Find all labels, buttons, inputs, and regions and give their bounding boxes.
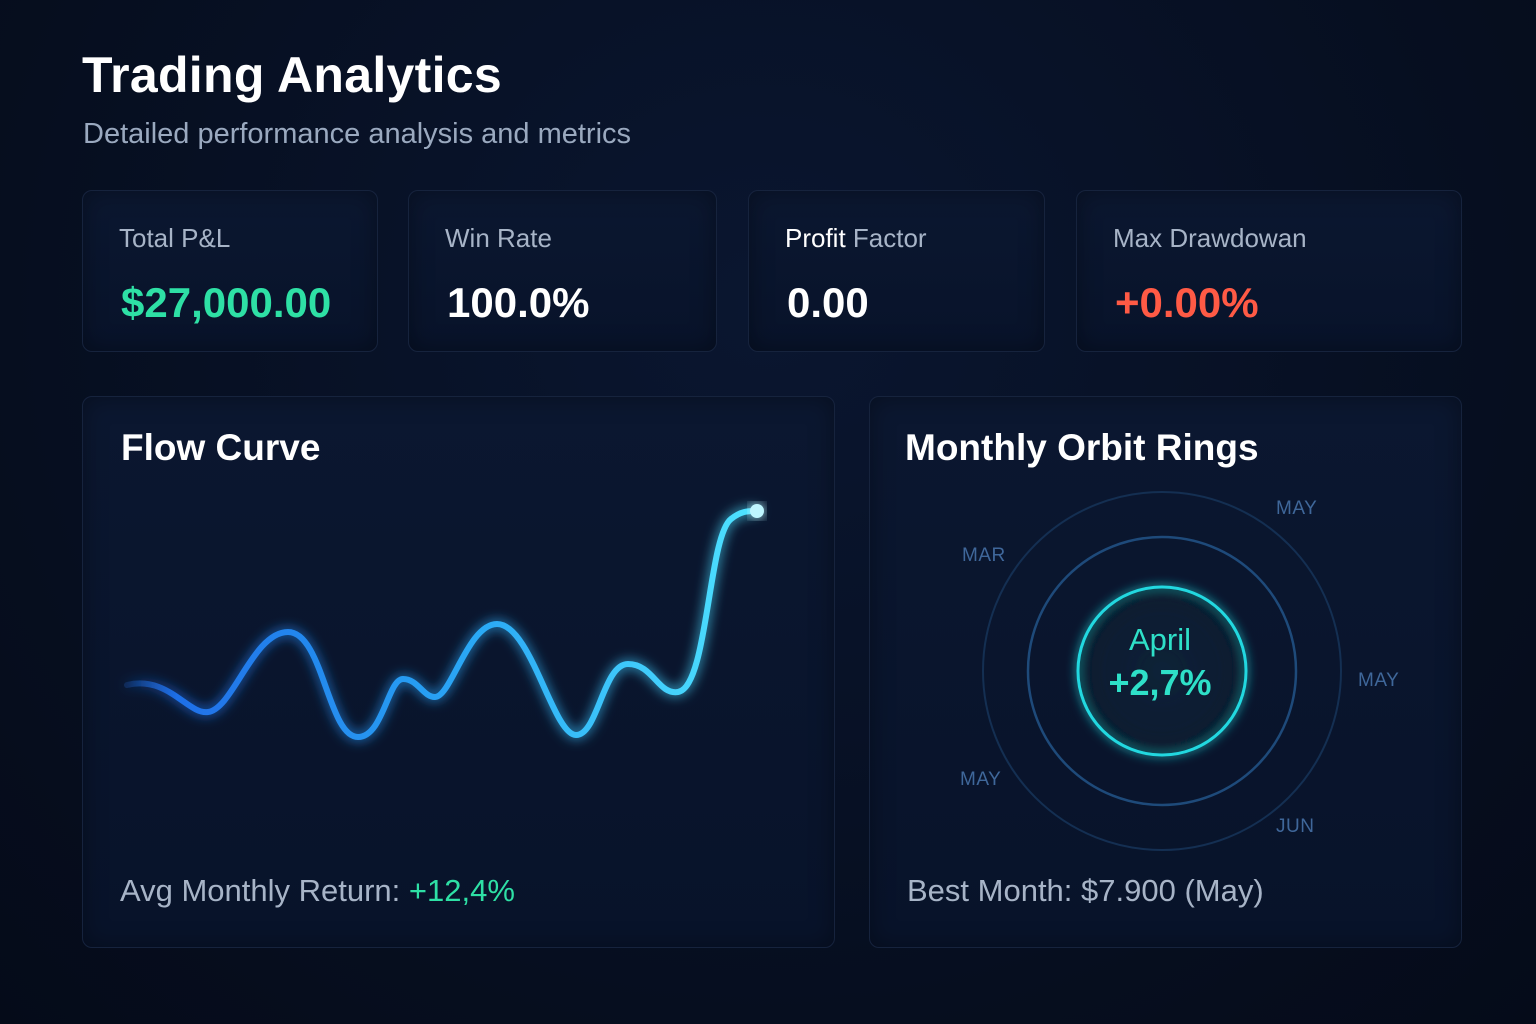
- stat-card-max-drawdown[interactable]: Max Drawdowan +0.00%: [1076, 190, 1462, 352]
- best-month: Best Month: $7.900 (May): [907, 873, 1264, 908]
- stat-label: Win Rate: [445, 223, 552, 253]
- stat-value: 0.00: [787, 279, 869, 326]
- month-label: MAY: [1276, 498, 1318, 519]
- flow-curve-title: Flow Curve: [121, 427, 321, 468]
- stat-label: Total P&L: [119, 223, 231, 253]
- stat-card-total-pnl[interactable]: Total P&L $27,000.00: [82, 190, 378, 352]
- month-label: MAY: [1358, 670, 1400, 691]
- page-title: Trading Analytics: [82, 47, 503, 103]
- center-month: April: [1128, 622, 1191, 657]
- flow-curve-chart: [124, 504, 764, 741]
- avg-monthly-return-value: +12,4%: [408, 873, 515, 908]
- stat-value: $27,000.00: [121, 279, 332, 326]
- flow-curve-line: [124, 508, 759, 741]
- orbit-center-readout: April +2,7%: [1080, 622, 1240, 704]
- orbit-title: Monthly Orbit Rings: [905, 427, 1259, 468]
- stat-label: Profit Factor: [785, 223, 927, 254]
- month-label: MAY: [960, 769, 1002, 790]
- stat-value: +0.00%: [1115, 279, 1259, 326]
- stat-card-win-rate[interactable]: Win Rate 100.0%: [408, 190, 717, 352]
- avg-monthly-return-label: Avg Monthly Return:: [120, 873, 409, 908]
- trading-analytics-page: Trading Analytics Detailed performance a…: [0, 0, 1536, 1024]
- month-label: JUN: [1276, 816, 1315, 837]
- flow-curve-endpoint: [750, 504, 764, 518]
- stat-label-strong: Profit: [785, 223, 846, 253]
- stat-label: Max Drawdowan: [1113, 223, 1307, 253]
- center-value: +2,7%: [1108, 662, 1212, 703]
- stat-value: 100.0%: [447, 279, 590, 326]
- page-subtitle: Detailed performance analysis and metric…: [83, 118, 632, 150]
- flow-curve-panel: Flow Curve Avg Monthly Return: +12,4%: [82, 396, 835, 948]
- month-label: MAR: [962, 545, 1006, 566]
- monthly-orbit-panel: Monthly Orbit Rings MAY MAR MAY MAY JUN …: [869, 396, 1462, 948]
- stat-label-rest: Factor: [845, 223, 927, 253]
- avg-monthly-return: Avg Monthly Return: +12,4%: [120, 873, 515, 909]
- stat-card-profit-factor[interactable]: Profit Factor 0.00: [748, 190, 1045, 352]
